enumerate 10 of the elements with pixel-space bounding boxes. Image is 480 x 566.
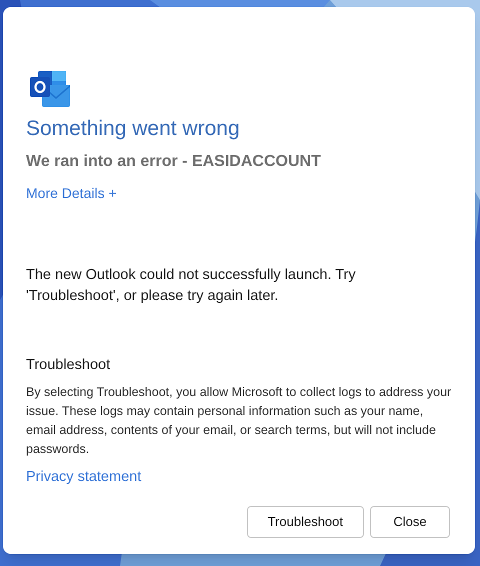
more-details-link[interactable]: More Details + — [26, 183, 117, 203]
error-message: The new Outlook could not successfully launch. Try 'Troubleshoot', or please try again later. — [26, 266, 357, 306]
troubleshoot-button[interactable]: Troubleshoot — [246, 506, 364, 538]
dialog-title: Something went wrong — [26, 116, 241, 142]
section-title: Troubleshoot — [26, 356, 112, 375]
consent-text: By selecting Troubleshoot, you allow Microsoft to collect logs to address your issue. These logs may contain personal information such as your name, email address, contents of your email, or search terms, but will not include passwords. — [26, 384, 452, 458]
privacy-statement-link[interactable]: Privacy statement — [26, 467, 142, 487]
error-subtitle: We ran into an error - EASIDACCOUNT — [26, 152, 322, 172]
mail-app-icon — [30, 71, 70, 107]
close-button[interactable]: Close — [370, 506, 450, 538]
